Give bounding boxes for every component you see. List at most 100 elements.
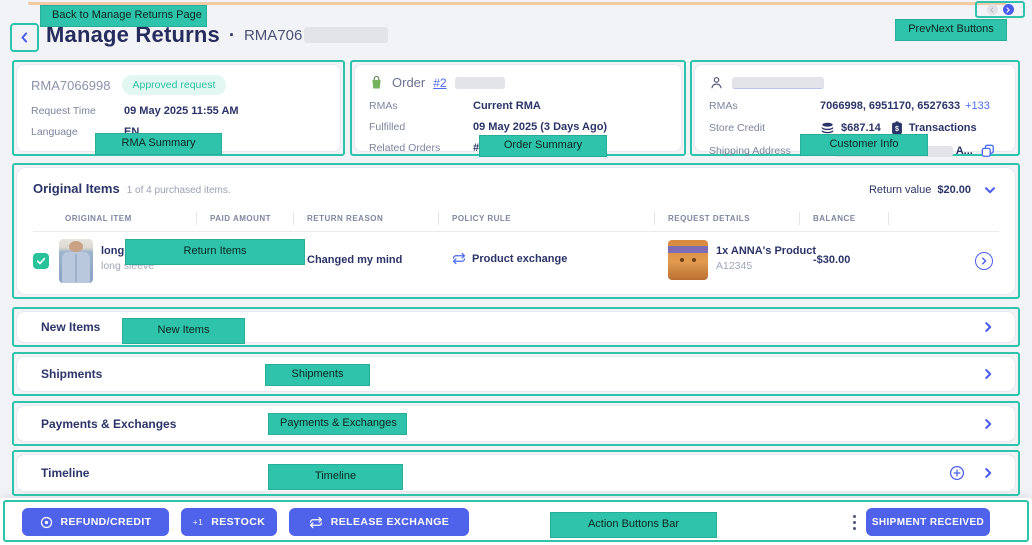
svg-text:$: $ bbox=[895, 126, 899, 133]
annotation-label-order-summary: Order Summary bbox=[479, 135, 607, 157]
copy-address-button[interactable] bbox=[981, 144, 995, 158]
annotation-box-original-items: Original Items 1 of 4 purchased items. R… bbox=[12, 163, 1020, 299]
chevron-right-icon bbox=[1006, 6, 1010, 13]
back-chevron-icon bbox=[21, 32, 28, 43]
new-items-title: New Items bbox=[41, 320, 101, 334]
annotation-box-back bbox=[10, 23, 39, 52]
rma-id: RMA7066998 bbox=[31, 77, 111, 93]
action-buttons-bar: REFUND/CREDIT +1 RESTOCK RELEASE EXCHANG… bbox=[0, 498, 1032, 545]
request-item-name: 1x ANNA's Product bbox=[716, 245, 817, 257]
timeline-section[interactable]: Timeline bbox=[16, 454, 1016, 492]
return-value-label: Return value bbox=[868, 184, 932, 196]
original-item-image bbox=[59, 239, 93, 283]
order-rmas-value: Current RMA bbox=[473, 100, 541, 112]
rma-number: RMA706 bbox=[243, 26, 303, 44]
add-timeline-entry-button[interactable] bbox=[949, 465, 965, 481]
payments-exchanges-title: Payments & Exchanges bbox=[41, 416, 177, 431]
col-return-reason: RETURN REASON bbox=[307, 214, 384, 223]
col-original-item: ORIGINAL ITEM bbox=[65, 214, 132, 223]
request-time-label: Request Time bbox=[31, 105, 96, 117]
store-credit-label: Store Credit bbox=[709, 122, 766, 134]
annotation-label-new-items: New Items bbox=[122, 318, 245, 344]
chevron-right-icon[interactable] bbox=[981, 367, 995, 381]
annotation-box-payments: Payments & Exchanges bbox=[12, 401, 1020, 446]
redacted-customer-name-link[interactable] bbox=[732, 76, 824, 89]
redacted-rma-suffix bbox=[304, 27, 389, 43]
original-items-subtitle: 1 of 4 purchased items. bbox=[126, 185, 231, 196]
back-button[interactable] bbox=[18, 31, 31, 44]
original-items-section: Original Items 1 of 4 purchased items. R… bbox=[16, 167, 1016, 295]
prev-rma-button[interactable] bbox=[986, 4, 998, 15]
annotation-label-shipments: Shipments bbox=[265, 364, 370, 386]
col-request-details: REQUEST DETAILS bbox=[668, 214, 751, 223]
check-icon bbox=[36, 257, 46, 265]
shipments-section[interactable]: Shipments bbox=[16, 356, 1016, 392]
shipping-address-end: A... bbox=[955, 145, 973, 157]
annotation-label-timeline: Timeline bbox=[268, 464, 403, 490]
chevron-right-icon[interactable] bbox=[981, 320, 995, 334]
shipments-title: Shipments bbox=[41, 367, 103, 381]
original-items-table-header: ORIGINAL ITEM PAID AMOUNT RETURN REASON … bbox=[33, 208, 999, 232]
shipment-received-button[interactable]: SHIPMENT RECEIVED bbox=[866, 508, 990, 536]
coins-icon bbox=[821, 122, 834, 133]
return-value-amount: $20.00 bbox=[937, 184, 971, 196]
original-items-title: Original Items bbox=[33, 181, 120, 196]
balance-value: -$30.00 bbox=[813, 254, 851, 266]
request-item-image bbox=[668, 240, 708, 280]
chevron-right-icon[interactable] bbox=[981, 417, 995, 431]
annotation-label-payments: Payments & Exchanges bbox=[268, 413, 407, 435]
exchange-icon bbox=[309, 516, 322, 528]
col-policy-rule: POLICY RULE bbox=[452, 214, 512, 223]
col-paid-amount: PAID AMOUNT bbox=[210, 214, 272, 223]
order-rmas-label: RMAs bbox=[369, 100, 398, 112]
order-card-title: Order bbox=[392, 75, 426, 90]
order-bag-icon bbox=[372, 75, 381, 89]
chevron-down-icon bbox=[985, 187, 995, 194]
annotation-label-back: Back to Manage Returns Page bbox=[40, 5, 207, 27]
annotation-label-return-items: Return Items bbox=[125, 239, 305, 265]
more-actions-button[interactable] bbox=[845, 510, 863, 534]
customer-rmas-value: 7066998, 6951170, 6527633 bbox=[820, 100, 961, 112]
title-separator: · bbox=[228, 24, 235, 45]
manage-returns-page: PrevNext Buttons Back to Manage Returns … bbox=[0, 0, 1032, 545]
col-balance: BALANCE bbox=[813, 214, 856, 223]
collapse-original-items-button[interactable] bbox=[983, 183, 997, 197]
policy-rule-text: Product exchange bbox=[472, 252, 568, 265]
annotation-label-action-bar: Action Buttons Bar bbox=[550, 512, 717, 538]
release-exchange-button[interactable]: RELEASE EXCHANGE bbox=[289, 508, 469, 536]
fulfilled-value: 09 May 2025 (3 Days Ago) bbox=[473, 121, 608, 133]
return-reason-value: Changed my mind bbox=[307, 254, 403, 266]
transactions-icon: $ bbox=[891, 121, 902, 135]
related-orders-label: Related Orders bbox=[369, 142, 441, 154]
policy-rule-value: Product exchange bbox=[452, 252, 567, 265]
annotation-label-customer-info: Customer Info bbox=[800, 134, 928, 156]
annotation-box-shipments: Shipments bbox=[12, 352, 1020, 396]
timeline-title: Timeline bbox=[41, 466, 90, 480]
customer-rmas-label: RMAs bbox=[709, 100, 738, 112]
next-rma-button[interactable] bbox=[1002, 4, 1014, 15]
request-item-sku: A12345 bbox=[716, 260, 753, 272]
annotation-box-timeline: Timeline bbox=[12, 450, 1020, 496]
item-details-button[interactable] bbox=[975, 252, 993, 270]
order-number-link[interactable]: #2 bbox=[433, 76, 446, 90]
customer-icon bbox=[711, 77, 722, 89]
chevron-right-icon[interactable] bbox=[981, 466, 995, 480]
payments-exchanges-section[interactable]: Payments & Exchanges bbox=[16, 405, 1016, 442]
transactions-link[interactable]: Transactions bbox=[909, 122, 977, 134]
fulfilled-label: Fulfilled bbox=[369, 121, 406, 133]
status-badge: Approved request bbox=[121, 75, 227, 95]
annotation-label-rma-summary: RMA Summary bbox=[95, 133, 222, 155]
store-credit-value: $687.14 bbox=[841, 122, 881, 134]
chevron-right-icon bbox=[982, 257, 987, 265]
annotation-label-prevnext: PrevNext Buttons bbox=[895, 19, 1007, 41]
request-time-value: 09 May 2025 11:55 AM bbox=[124, 105, 239, 117]
rmas-more-link[interactable]: +133 bbox=[965, 100, 990, 112]
exchange-icon bbox=[452, 252, 466, 265]
redacted-order-number bbox=[454, 76, 505, 89]
restock-button[interactable]: +1 RESTOCK bbox=[181, 508, 277, 536]
chevron-left-icon bbox=[990, 6, 994, 13]
refund-coin-icon bbox=[40, 516, 52, 528]
plus-one-icon: +1 bbox=[192, 517, 204, 527]
refund-credit-button[interactable]: REFUND/CREDIT bbox=[22, 508, 169, 536]
item-checkbox[interactable] bbox=[33, 253, 49, 269]
